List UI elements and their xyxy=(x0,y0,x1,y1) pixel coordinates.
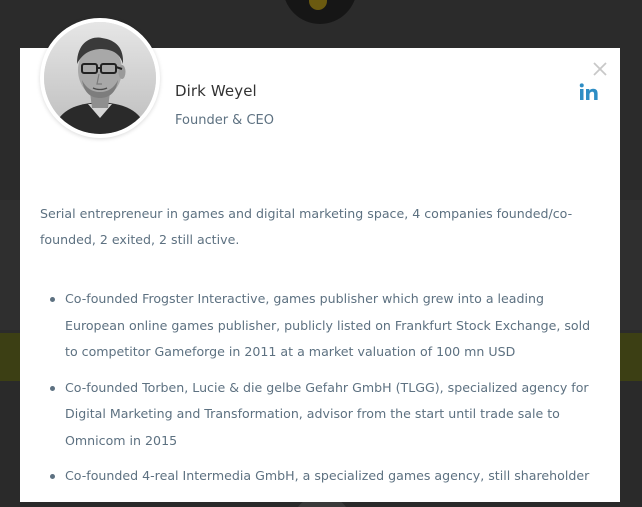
member-name: Dirk Weyel xyxy=(175,82,257,100)
member-achievements-list: Co-founded Frogster Interactive, games p… xyxy=(40,286,602,499)
bullet-icon xyxy=(50,297,55,302)
linkedin-link[interactable] xyxy=(579,83,601,101)
list-item: Co-founded Torben, Lucie & die gelbe Gef… xyxy=(40,375,602,455)
avatar-frame xyxy=(40,18,160,138)
avatar xyxy=(44,22,156,134)
close-icon[interactable] xyxy=(591,60,609,78)
list-item: Co-founded Frogster Interactive, games p… xyxy=(40,286,602,366)
bullet-icon xyxy=(50,385,55,391)
member-role: Founder & CEO xyxy=(175,113,274,128)
list-item-text: Co-founded Frogster Interactive, games p… xyxy=(65,291,591,359)
list-item-text: Co-founded 4-real Intermedia GmbH, a spe… xyxy=(65,468,590,483)
list-item: Co-founded 4-real Intermedia GmbH, a spe… xyxy=(40,463,602,490)
bullet-icon xyxy=(50,474,55,479)
close-button[interactable] xyxy=(591,60,609,78)
member-bio-intro: Serial entrepreneur in games and digital… xyxy=(40,206,573,247)
linkedin-icon[interactable] xyxy=(579,83,601,101)
team-member-modal: Dirk Weyel Founder & CEO Serial entrepre… xyxy=(20,18,620,502)
portrait-photo xyxy=(44,22,156,134)
list-item-text: Co-founded Torben, Lucie & die gelbe Gef… xyxy=(65,379,589,448)
